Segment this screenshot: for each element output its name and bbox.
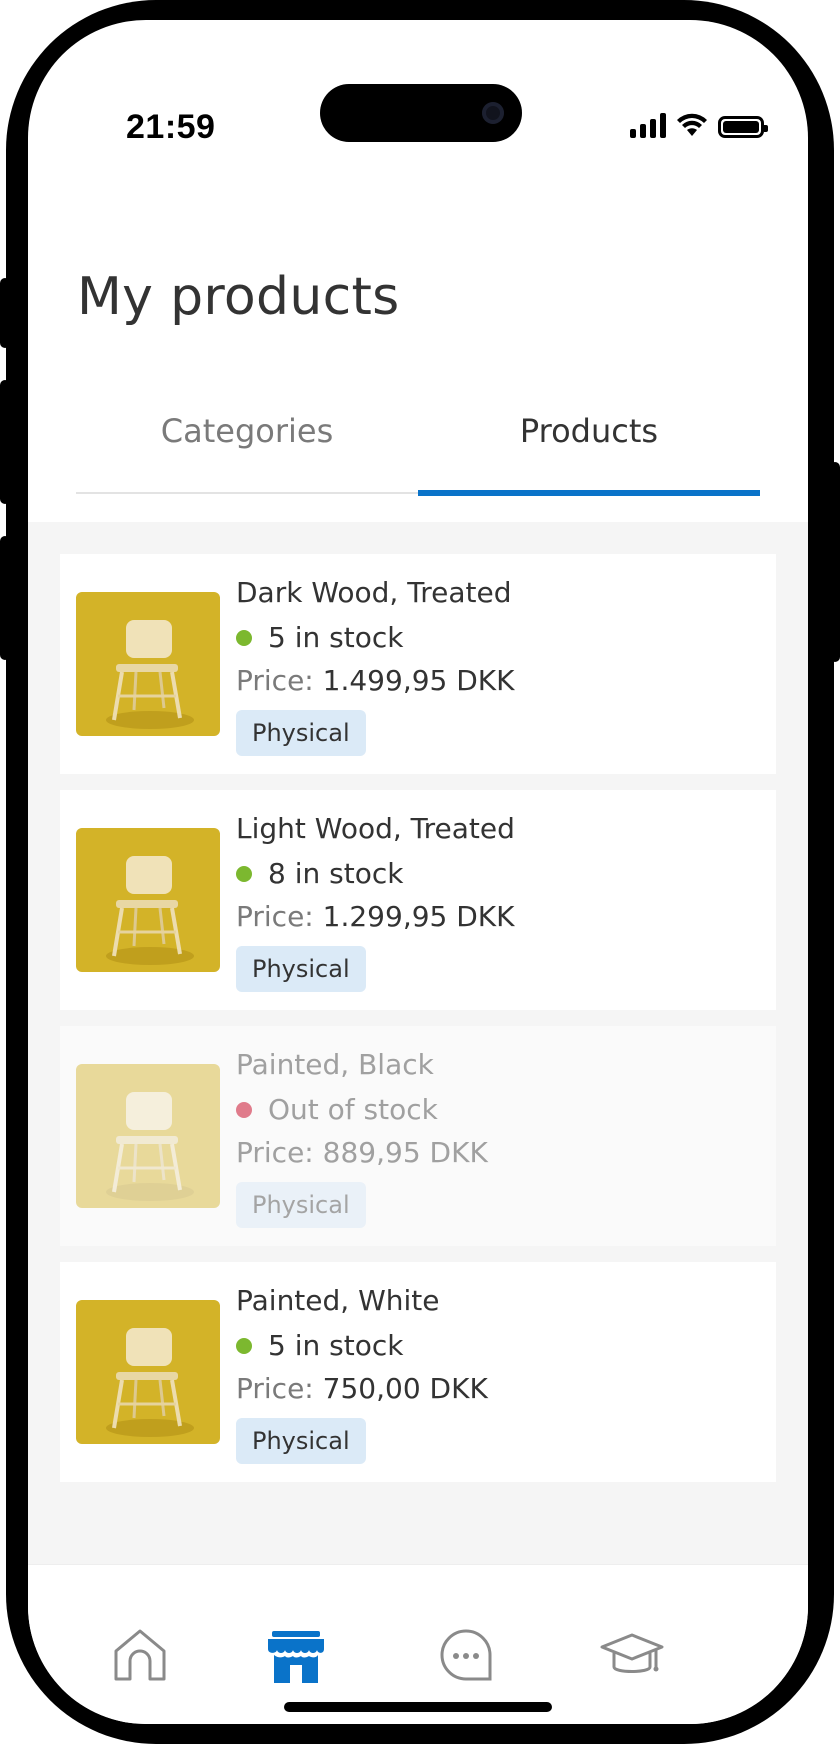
product-price: Price: 750,00 DKK — [236, 1372, 488, 1405]
nav-learning[interactable] — [600, 1625, 664, 1685]
battery-icon — [718, 116, 768, 138]
product-thumbnail — [76, 1064, 220, 1208]
product-name: Painted, Black — [236, 1048, 434, 1081]
nav-store[interactable] — [266, 1625, 326, 1685]
price-label: Price: — [236, 1136, 314, 1169]
nav-home[interactable] — [110, 1625, 170, 1685]
in-stock-dot-icon — [236, 1337, 252, 1354]
product-name: Painted, White — [236, 1284, 440, 1317]
out-of-stock-dot-icon — [236, 1101, 252, 1118]
product-thumbnail — [76, 828, 220, 972]
page-title: My products — [77, 267, 400, 327]
dynamic-island — [320, 84, 522, 142]
product-type-badge: Physical — [236, 1418, 366, 1464]
product-price: Price: 1.499,95 DKK — [236, 664, 515, 697]
stock-status: Out of stock — [236, 1093, 438, 1126]
price-value: 889,95 DKK — [322, 1136, 488, 1169]
product-card[interactable]: Light Wood, Treated 8 in stock Price: 1.… — [60, 790, 776, 1010]
stock-text: 5 in stock — [268, 1329, 404, 1362]
screen: 21:59 My products Categories Products Da… — [28, 20, 808, 1724]
tab-products[interactable]: Products — [418, 412, 760, 490]
home-indicator[interactable] — [284, 1702, 552, 1712]
stock-text: 8 in stock — [268, 857, 404, 890]
product-thumbnail — [76, 1300, 220, 1444]
product-card[interactable]: Dark Wood, Treated 5 in stock Price: 1.4… — [60, 554, 776, 774]
product-price: Price: 1.299,95 DKK — [236, 900, 515, 933]
price-value: 1.299,95 DKK — [322, 900, 515, 933]
chat-icon — [440, 1629, 492, 1681]
cellular-signal-icon — [630, 112, 666, 138]
stock-status: 5 in stock — [236, 621, 403, 654]
in-stock-dot-icon — [236, 629, 252, 646]
stock-text: 5 in stock — [268, 621, 404, 654]
home-icon — [114, 1629, 166, 1681]
volume-down-button — [0, 536, 10, 660]
product-list: Dark Wood, Treated 5 in stock Price: 1.4… — [28, 522, 808, 1582]
price-label: Price: — [236, 664, 314, 697]
nav-messages[interactable] — [436, 1625, 496, 1685]
product-type-badge: Physical — [236, 1182, 366, 1228]
camera-icon — [482, 102, 504, 124]
product-thumbnail — [76, 592, 220, 736]
tab-active-indicator — [418, 490, 760, 496]
tab-categories[interactable]: Categories — [76, 412, 418, 490]
in-stock-dot-icon — [236, 865, 252, 882]
product-card[interactable]: Painted, White 5 in stock Price: 750,00 … — [60, 1262, 776, 1482]
action-button — [0, 278, 10, 348]
price-value: 1.499,95 DKK — [322, 664, 515, 697]
power-button — [830, 462, 840, 662]
wifi-icon — [677, 113, 707, 136]
stock-text: Out of stock — [268, 1093, 438, 1126]
status-time: 21:59 — [126, 108, 216, 146]
product-price: Price: 889,95 DKK — [236, 1136, 488, 1169]
bottom-nav — [28, 1564, 808, 1724]
store-icon — [268, 1631, 324, 1683]
graduation-cap-icon — [600, 1633, 664, 1673]
product-type-badge: Physical — [236, 710, 366, 756]
product-card[interactable]: Painted, Black Out of stock Price: 889,9… — [60, 1026, 776, 1246]
price-label: Price: — [236, 1372, 314, 1405]
product-name: Light Wood, Treated — [236, 812, 515, 845]
product-name: Dark Wood, Treated — [236, 576, 512, 609]
product-type-badge: Physical — [236, 946, 366, 992]
price-value: 750,00 DKK — [322, 1372, 488, 1405]
tab-bar: Categories Products — [76, 412, 760, 496]
price-label: Price: — [236, 900, 314, 933]
status-icons — [630, 98, 768, 138]
stock-status: 8 in stock — [236, 857, 403, 890]
volume-up-button — [0, 380, 10, 504]
stock-status: 5 in stock — [236, 1329, 403, 1362]
